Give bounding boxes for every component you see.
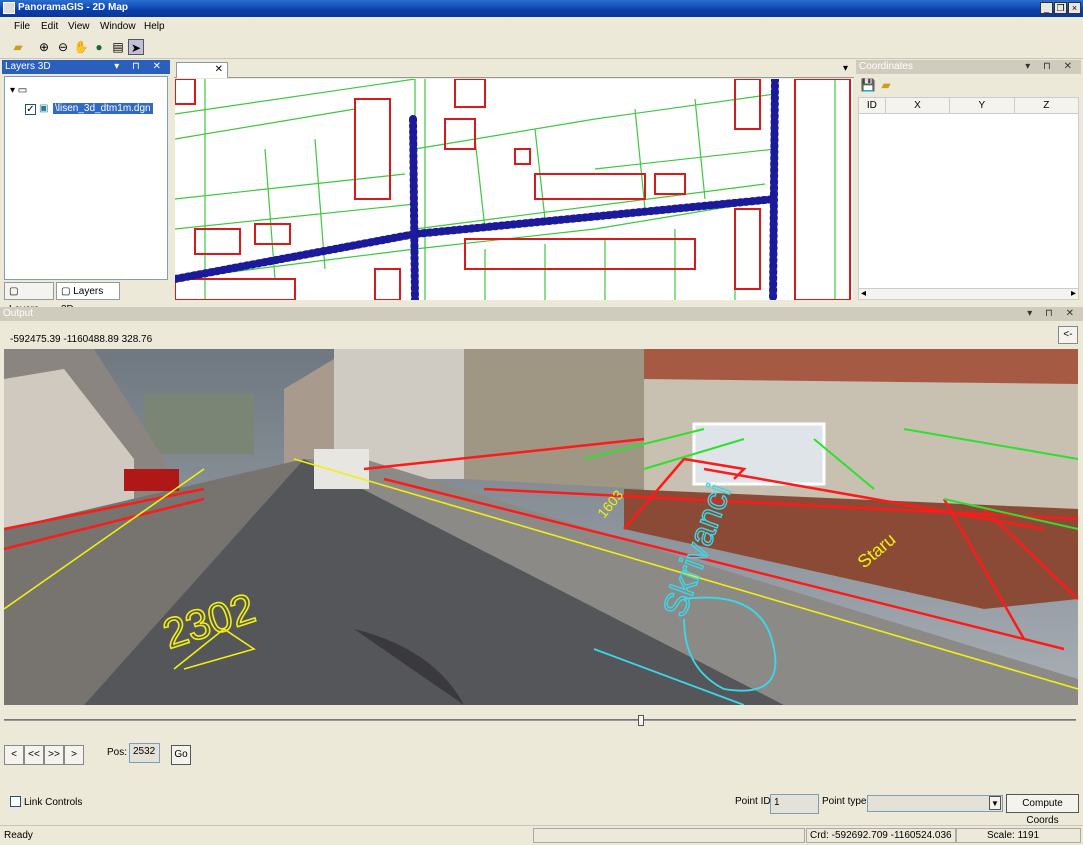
open-file-icon[interactable]: ▰ bbox=[878, 77, 894, 93]
menu-help[interactable]: Help bbox=[144, 21, 165, 32]
window-title: PanoramaGIS - 2D Map bbox=[18, 2, 129, 13]
column-id[interactable]: ID bbox=[858, 97, 886, 114]
tab-layers-3d[interactable]: ▢ Layers 3D bbox=[56, 282, 120, 315]
map-view: ✕ ▾ bbox=[174, 60, 854, 300]
zoom-out-icon[interactable]: ⊖ bbox=[55, 39, 71, 55]
column-y[interactable]: Y bbox=[949, 97, 1015, 114]
coordinates-panel-header: Coordinates ▾ ⊓ ✕ bbox=[856, 60, 1081, 74]
coordinates-panel: Coordinates ▾ ⊓ ✕ 💾 ▰ ID X Y Z ◂ ▸ bbox=[856, 60, 1081, 300]
open-folder-icon[interactable]: ▰ bbox=[10, 39, 26, 55]
tree-root-icon[interactable]: ▾ ▭ bbox=[10, 85, 27, 96]
horizontal-scrollbar[interactable]: ◂ ▸ bbox=[858, 288, 1079, 300]
status-bar: Ready Crd: -592692.709 -1160524.036 Scal… bbox=[0, 825, 1083, 845]
coord-panel-controls-icon[interactable]: ▾ ⊓ ✕ bbox=[1025, 60, 1077, 74]
next-frame-button[interactable]: > bbox=[64, 745, 84, 765]
cadastral-map-canvas[interactable] bbox=[175, 79, 853, 300]
fast-forward-button[interactable]: >> bbox=[44, 745, 64, 765]
status-scale: Scale: 1191 bbox=[956, 828, 1081, 843]
dropdown-arrow-icon[interactable]: ▼ bbox=[989, 796, 1001, 810]
pointer-icon[interactable]: ➤ bbox=[128, 39, 144, 55]
position-slider-thumb[interactable] bbox=[637, 715, 644, 726]
point-type-label: Point type bbox=[822, 796, 867, 807]
back-button[interactable]: <- bbox=[1058, 326, 1078, 344]
layers-3d-panel: Layers 3D ▾ ⊓ ✕ ▾ ▭ ✓ ▣ \lisen_3d_dtm1m.… bbox=[2, 60, 170, 315]
output-panel-controls-icon[interactable]: ▾ ⊓ ✕ bbox=[1027, 307, 1079, 321]
coordinates-toolbar: 💾 ▰ bbox=[856, 75, 1081, 95]
point-id-field[interactable]: 1 bbox=[770, 794, 819, 814]
menu-view[interactable]: View bbox=[68, 21, 90, 32]
layers-panel-title: Layers 3D bbox=[5, 61, 51, 72]
point-id-label: Point ID bbox=[735, 796, 771, 807]
column-x[interactable]: X bbox=[884, 97, 951, 114]
layer-icon: ▣ bbox=[39, 103, 49, 114]
coordinates-grid-body[interactable] bbox=[858, 113, 1079, 289]
layers-panel-header: Layers 3D ▾ ⊓ ✕ bbox=[2, 60, 170, 74]
scroll-left-icon[interactable]: ◂ bbox=[861, 288, 866, 299]
save-icon[interactable]: 💾 bbox=[860, 77, 876, 93]
title-bar: PanoramaGIS - 2D Map _ ❐ × bbox=[0, 0, 1083, 17]
panel-controls-icon[interactable]: ▾ ⊓ ✕ bbox=[114, 60, 166, 74]
coordinate-readout: -592475.39 -1160488.89 328.76 bbox=[10, 334, 153, 345]
layer-checkbox[interactable]: ✓ bbox=[25, 104, 36, 115]
minimize-button[interactable]: _ bbox=[1040, 2, 1053, 14]
coordinates-panel-title: Coordinates bbox=[859, 61, 913, 72]
map-tab-strip: ✕ ▾ bbox=[174, 60, 854, 78]
menu-file[interactable]: File bbox=[14, 21, 30, 32]
layer-name[interactable]: \lisen_3d_dtm1m.dgn bbox=[53, 103, 153, 114]
status-ready: Ready bbox=[4, 830, 33, 841]
pos-label: Pos: bbox=[107, 747, 128, 758]
output-panel: Output ▾ ⊓ ✕ -592475.39 -1160488.89 328.… bbox=[0, 307, 1083, 826]
restore-button[interactable]: ❐ bbox=[1054, 2, 1067, 14]
close-tab-icon[interactable]: ✕ bbox=[215, 64, 223, 75]
output-panel-title: Output bbox=[3, 308, 34, 319]
rewind-button[interactable]: << bbox=[24, 745, 44, 765]
scroll-right-icon[interactable]: ▸ bbox=[1071, 288, 1076, 299]
link-controls-label: Link Controls bbox=[24, 797, 83, 808]
column-z[interactable]: Z bbox=[1013, 97, 1080, 114]
tab-layers[interactable]: ▢ Layers bbox=[4, 282, 54, 315]
map-document-tab[interactable]: ✕ bbox=[176, 62, 228, 78]
tab-dropdown-icon[interactable]: ▾ bbox=[843, 63, 848, 74]
status-coordinates: Crd: -592692.709 -1160524.036 bbox=[806, 828, 956, 843]
layer-tree: ▾ ▭ ✓ ▣ \lisen_3d_dtm1m.dgn bbox=[4, 76, 168, 280]
output-panel-header: Output ▾ ⊓ ✕ bbox=[0, 307, 1083, 321]
panorama-view[interactable]: 2302 Skrivanci 1603 Staru bbox=[4, 349, 1078, 705]
position-slider-track[interactable] bbox=[4, 719, 1076, 721]
point-type-select[interactable]: ▼ bbox=[867, 795, 1003, 812]
main-toolbar: ▰ ⊕ ⊖ ✋ ● ▤ ➤ bbox=[0, 37, 1083, 59]
compute-coords-button[interactable]: Compute Coords bbox=[1006, 794, 1079, 826]
menu-window[interactable]: Window bbox=[100, 21, 136, 32]
zoom-in-icon[interactable]: ⊕ bbox=[36, 39, 52, 55]
link-controls-checkbox[interactable] bbox=[10, 796, 21, 807]
prev-frame-button[interactable]: < bbox=[4, 745, 24, 765]
close-button[interactable]: × bbox=[1068, 2, 1081, 14]
coordinates-table-header: ID X Y Z bbox=[858, 97, 1080, 114]
status-progress-panel bbox=[533, 828, 805, 843]
menu-bar: File Edit View Window Help bbox=[0, 17, 1083, 37]
pos-field[interactable]: 2532 bbox=[129, 743, 160, 763]
app-icon bbox=[3, 2, 15, 14]
globe-icon[interactable]: ● bbox=[91, 39, 107, 55]
menu-edit[interactable]: Edit bbox=[41, 21, 58, 32]
print-icon[interactable]: ▤ bbox=[110, 39, 126, 55]
pan-hand-icon[interactable]: ✋ bbox=[73, 39, 89, 55]
go-button[interactable]: Go bbox=[171, 745, 191, 765]
